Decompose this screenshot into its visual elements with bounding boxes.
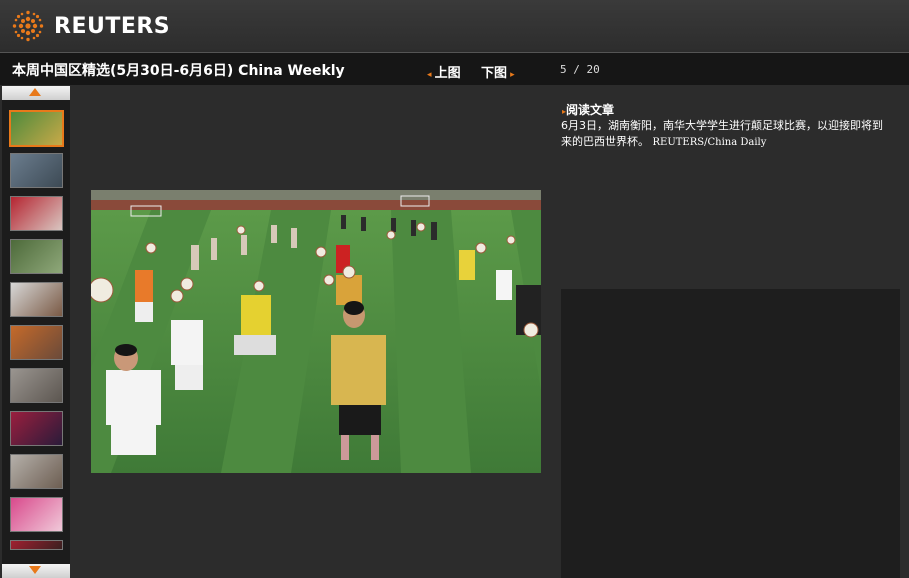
ad-panel	[561, 289, 900, 578]
next-label: 下图	[481, 66, 508, 81]
photo-caption: 6月3日，湖南衡阳，南华大学学生进行颠足球比赛，以迎接即将到来的巴西世界杯。 R…	[561, 118, 891, 151]
image-counter: 5 / 20	[560, 63, 600, 76]
reuters-logo[interactable]: REUTERS	[10, 8, 170, 44]
football-juggling-photo	[91, 190, 541, 473]
main-photo	[91, 190, 541, 473]
thumb-ruins[interactable]	[10, 368, 63, 403]
thumb-city-street[interactable]	[10, 153, 63, 188]
prev-label: 上图	[434, 66, 461, 81]
prev-image-button[interactable]: ◂ 上图	[427, 62, 461, 81]
prev-arrow-icon: ◂	[427, 70, 435, 80]
gallery-title-bar: 本周中国区精选(5月30日-6月6日) China Weekly ◂ 上图 下图…	[0, 52, 909, 85]
arrow-up-icon	[29, 88, 41, 96]
thumb-market[interactable]	[10, 454, 63, 489]
thumbnail-strip	[2, 86, 70, 578]
header-bar: REUTERS	[0, 0, 909, 51]
gallery-title: 本周中国区精选(5月30日-6月6日) China Weekly	[12, 63, 345, 79]
scroll-up-button[interactable]	[2, 86, 70, 100]
next-image-button[interactable]: 下图 ▸	[481, 62, 515, 81]
next-arrow-icon: ▸	[507, 70, 515, 80]
thumb-red-ribbons[interactable]	[10, 196, 63, 231]
photo-credit: REUTERS/China Daily	[652, 137, 767, 148]
arrow-down-icon	[29, 566, 41, 574]
thumb-truck[interactable]	[10, 282, 63, 317]
thumb-pink-display[interactable]	[10, 497, 63, 532]
brand-wordmark: REUTERS	[54, 13, 171, 39]
read-article-label: 阅读文章	[566, 103, 615, 117]
thumb-stage[interactable]	[10, 411, 63, 446]
reuters-dot-sphere-icon	[12, 10, 44, 42]
scroll-down-button[interactable]	[2, 564, 70, 578]
thumb-forest[interactable]	[10, 239, 63, 274]
thumb-partial[interactable]	[10, 540, 63, 550]
read-article-link[interactable]: ▸阅读文章	[562, 101, 614, 118]
thumb-football-field[interactable]	[9, 110, 64, 147]
thumb-crowd[interactable]	[10, 325, 63, 360]
